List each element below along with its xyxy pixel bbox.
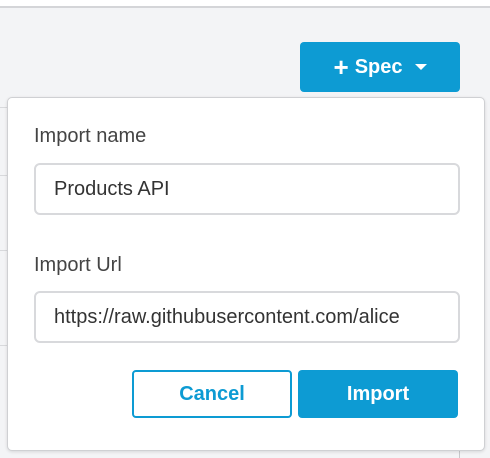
import-url-input[interactable]: https://raw.githubusercontent.com/alice [34,291,460,343]
import-name-label: Import name [34,125,147,147]
import-url-label: Import Url [34,254,122,276]
plus-icon: + [333,52,349,82]
caret-down-icon [414,64,427,70]
import-name-input[interactable]: Products API [34,163,460,215]
cancel-button[interactable]: Cancel [132,370,292,418]
spec-button-label: Spec [354,55,403,78]
add-spec-button[interactable]: + Spec [300,42,460,92]
import-popover: Import name Products API Import Url http… [7,97,485,451]
top-bar [0,0,490,8]
import-button[interactable]: Import [298,370,458,418]
